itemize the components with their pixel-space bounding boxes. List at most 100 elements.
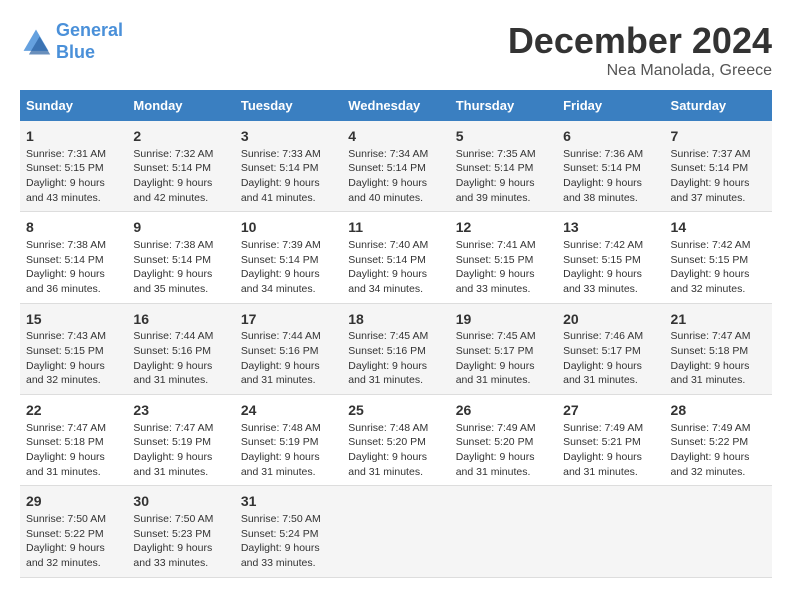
calendar-table: SundayMondayTuesdayWednesdayThursdayFrid… bbox=[20, 90, 772, 578]
calendar-cell bbox=[450, 486, 557, 577]
calendar-week-row: 29Sunrise: 7:50 AMSunset: 5:22 PMDayligh… bbox=[20, 486, 772, 577]
calendar-cell bbox=[557, 486, 664, 577]
calendar-cell: 17Sunrise: 7:44 AMSunset: 5:16 PMDayligh… bbox=[235, 303, 342, 394]
day-number: 13 bbox=[563, 218, 658, 238]
day-number: 14 bbox=[671, 218, 766, 238]
title-area: December 2024 Nea Manolada, Greece bbox=[508, 20, 772, 80]
header-thursday: Thursday bbox=[450, 90, 557, 121]
day-info: Sunrise: 7:48 AMSunset: 5:20 PMDaylight:… bbox=[348, 421, 443, 480]
day-info: Sunrise: 7:44 AMSunset: 5:16 PMDaylight:… bbox=[241, 329, 336, 388]
header-sunday: Sunday bbox=[20, 90, 127, 121]
calendar-cell: 28Sunrise: 7:49 AMSunset: 5:22 PMDayligh… bbox=[665, 395, 772, 486]
day-number: 30 bbox=[133, 492, 228, 512]
header-saturday: Saturday bbox=[665, 90, 772, 121]
day-number: 26 bbox=[456, 401, 551, 421]
day-info: Sunrise: 7:47 AMSunset: 5:18 PMDaylight:… bbox=[26, 421, 121, 480]
logo-line2: Blue bbox=[56, 42, 95, 62]
header-wednesday: Wednesday bbox=[342, 90, 449, 121]
day-number: 19 bbox=[456, 310, 551, 330]
day-number: 15 bbox=[26, 310, 121, 330]
day-info: Sunrise: 7:43 AMSunset: 5:15 PMDaylight:… bbox=[26, 329, 121, 388]
day-number: 24 bbox=[241, 401, 336, 421]
day-info: Sunrise: 7:32 AMSunset: 5:14 PMDaylight:… bbox=[133, 147, 228, 206]
day-number: 7 bbox=[671, 127, 766, 147]
header-friday: Friday bbox=[557, 90, 664, 121]
calendar-cell: 29Sunrise: 7:50 AMSunset: 5:22 PMDayligh… bbox=[20, 486, 127, 577]
day-number: 27 bbox=[563, 401, 658, 421]
day-info: Sunrise: 7:50 AMSunset: 5:24 PMDaylight:… bbox=[241, 512, 336, 571]
day-info: Sunrise: 7:47 AMSunset: 5:18 PMDaylight:… bbox=[671, 329, 766, 388]
day-number: 2 bbox=[133, 127, 228, 147]
calendar-cell: 12Sunrise: 7:41 AMSunset: 5:15 PMDayligh… bbox=[450, 212, 557, 303]
calendar-cell: 23Sunrise: 7:47 AMSunset: 5:19 PMDayligh… bbox=[127, 395, 234, 486]
day-number: 10 bbox=[241, 218, 336, 238]
calendar-cell: 30Sunrise: 7:50 AMSunset: 5:23 PMDayligh… bbox=[127, 486, 234, 577]
calendar-cell: 8Sunrise: 7:38 AMSunset: 5:14 PMDaylight… bbox=[20, 212, 127, 303]
calendar-cell: 13Sunrise: 7:42 AMSunset: 5:15 PMDayligh… bbox=[557, 212, 664, 303]
calendar-cell: 18Sunrise: 7:45 AMSunset: 5:16 PMDayligh… bbox=[342, 303, 449, 394]
header-tuesday: Tuesday bbox=[235, 90, 342, 121]
calendar-cell: 15Sunrise: 7:43 AMSunset: 5:15 PMDayligh… bbox=[20, 303, 127, 394]
day-number: 18 bbox=[348, 310, 443, 330]
day-info: Sunrise: 7:36 AMSunset: 5:14 PMDaylight:… bbox=[563, 147, 658, 206]
calendar-cell bbox=[665, 486, 772, 577]
day-number: 9 bbox=[133, 218, 228, 238]
day-info: Sunrise: 7:50 AMSunset: 5:22 PMDaylight:… bbox=[26, 512, 121, 571]
day-info: Sunrise: 7:39 AMSunset: 5:14 PMDaylight:… bbox=[241, 238, 336, 297]
day-info: Sunrise: 7:49 AMSunset: 5:21 PMDaylight:… bbox=[563, 421, 658, 480]
calendar-week-row: 8Sunrise: 7:38 AMSunset: 5:14 PMDaylight… bbox=[20, 212, 772, 303]
day-number: 6 bbox=[563, 127, 658, 147]
day-info: Sunrise: 7:34 AMSunset: 5:14 PMDaylight:… bbox=[348, 147, 443, 206]
page-subtitle: Nea Manolada, Greece bbox=[508, 62, 772, 80]
calendar-cell: 27Sunrise: 7:49 AMSunset: 5:21 PMDayligh… bbox=[557, 395, 664, 486]
logo-line1: General bbox=[56, 20, 123, 40]
calendar-cell: 10Sunrise: 7:39 AMSunset: 5:14 PMDayligh… bbox=[235, 212, 342, 303]
calendar-cell: 20Sunrise: 7:46 AMSunset: 5:17 PMDayligh… bbox=[557, 303, 664, 394]
calendar-cell: 24Sunrise: 7:48 AMSunset: 5:19 PMDayligh… bbox=[235, 395, 342, 486]
day-number: 5 bbox=[456, 127, 551, 147]
day-info: Sunrise: 7:46 AMSunset: 5:17 PMDaylight:… bbox=[563, 329, 658, 388]
calendar-header-row: SundayMondayTuesdayWednesdayThursdayFrid… bbox=[20, 90, 772, 121]
calendar-cell: 2Sunrise: 7:32 AMSunset: 5:14 PMDaylight… bbox=[127, 121, 234, 212]
calendar-cell: 11Sunrise: 7:40 AMSunset: 5:14 PMDayligh… bbox=[342, 212, 449, 303]
calendar-week-row: 1Sunrise: 7:31 AMSunset: 5:15 PMDaylight… bbox=[20, 121, 772, 212]
calendar-week-row: 15Sunrise: 7:43 AMSunset: 5:15 PMDayligh… bbox=[20, 303, 772, 394]
day-info: Sunrise: 7:38 AMSunset: 5:14 PMDaylight:… bbox=[26, 238, 121, 297]
day-info: Sunrise: 7:38 AMSunset: 5:14 PMDaylight:… bbox=[133, 238, 228, 297]
calendar-cell: 4Sunrise: 7:34 AMSunset: 5:14 PMDaylight… bbox=[342, 121, 449, 212]
day-info: Sunrise: 7:44 AMSunset: 5:16 PMDaylight:… bbox=[133, 329, 228, 388]
logo-icon bbox=[20, 26, 52, 58]
day-number: 20 bbox=[563, 310, 658, 330]
day-number: 31 bbox=[241, 492, 336, 512]
day-info: Sunrise: 7:49 AMSunset: 5:22 PMDaylight:… bbox=[671, 421, 766, 480]
day-info: Sunrise: 7:45 AMSunset: 5:16 PMDaylight:… bbox=[348, 329, 443, 388]
day-info: Sunrise: 7:33 AMSunset: 5:14 PMDaylight:… bbox=[241, 147, 336, 206]
day-number: 17 bbox=[241, 310, 336, 330]
day-number: 1 bbox=[26, 127, 121, 147]
calendar-cell: 1Sunrise: 7:31 AMSunset: 5:15 PMDaylight… bbox=[20, 121, 127, 212]
calendar-cell: 7Sunrise: 7:37 AMSunset: 5:14 PMDaylight… bbox=[665, 121, 772, 212]
page-header: General Blue December 2024 Nea Manolada,… bbox=[20, 20, 772, 80]
day-number: 11 bbox=[348, 218, 443, 238]
calendar-cell: 6Sunrise: 7:36 AMSunset: 5:14 PMDaylight… bbox=[557, 121, 664, 212]
day-info: Sunrise: 7:35 AMSunset: 5:14 PMDaylight:… bbox=[456, 147, 551, 206]
calendar-cell: 16Sunrise: 7:44 AMSunset: 5:16 PMDayligh… bbox=[127, 303, 234, 394]
day-number: 16 bbox=[133, 310, 228, 330]
logo: General Blue bbox=[20, 20, 123, 63]
day-number: 3 bbox=[241, 127, 336, 147]
day-number: 22 bbox=[26, 401, 121, 421]
header-monday: Monday bbox=[127, 90, 234, 121]
calendar-cell: 14Sunrise: 7:42 AMSunset: 5:15 PMDayligh… bbox=[665, 212, 772, 303]
calendar-cell: 21Sunrise: 7:47 AMSunset: 5:18 PMDayligh… bbox=[665, 303, 772, 394]
day-info: Sunrise: 7:47 AMSunset: 5:19 PMDaylight:… bbox=[133, 421, 228, 480]
calendar-cell: 9Sunrise: 7:38 AMSunset: 5:14 PMDaylight… bbox=[127, 212, 234, 303]
day-info: Sunrise: 7:40 AMSunset: 5:14 PMDaylight:… bbox=[348, 238, 443, 297]
day-info: Sunrise: 7:49 AMSunset: 5:20 PMDaylight:… bbox=[456, 421, 551, 480]
day-number: 8 bbox=[26, 218, 121, 238]
calendar-cell: 31Sunrise: 7:50 AMSunset: 5:24 PMDayligh… bbox=[235, 486, 342, 577]
calendar-cell: 25Sunrise: 7:48 AMSunset: 5:20 PMDayligh… bbox=[342, 395, 449, 486]
day-info: Sunrise: 7:45 AMSunset: 5:17 PMDaylight:… bbox=[456, 329, 551, 388]
calendar-cell: 19Sunrise: 7:45 AMSunset: 5:17 PMDayligh… bbox=[450, 303, 557, 394]
day-info: Sunrise: 7:50 AMSunset: 5:23 PMDaylight:… bbox=[133, 512, 228, 571]
day-number: 23 bbox=[133, 401, 228, 421]
